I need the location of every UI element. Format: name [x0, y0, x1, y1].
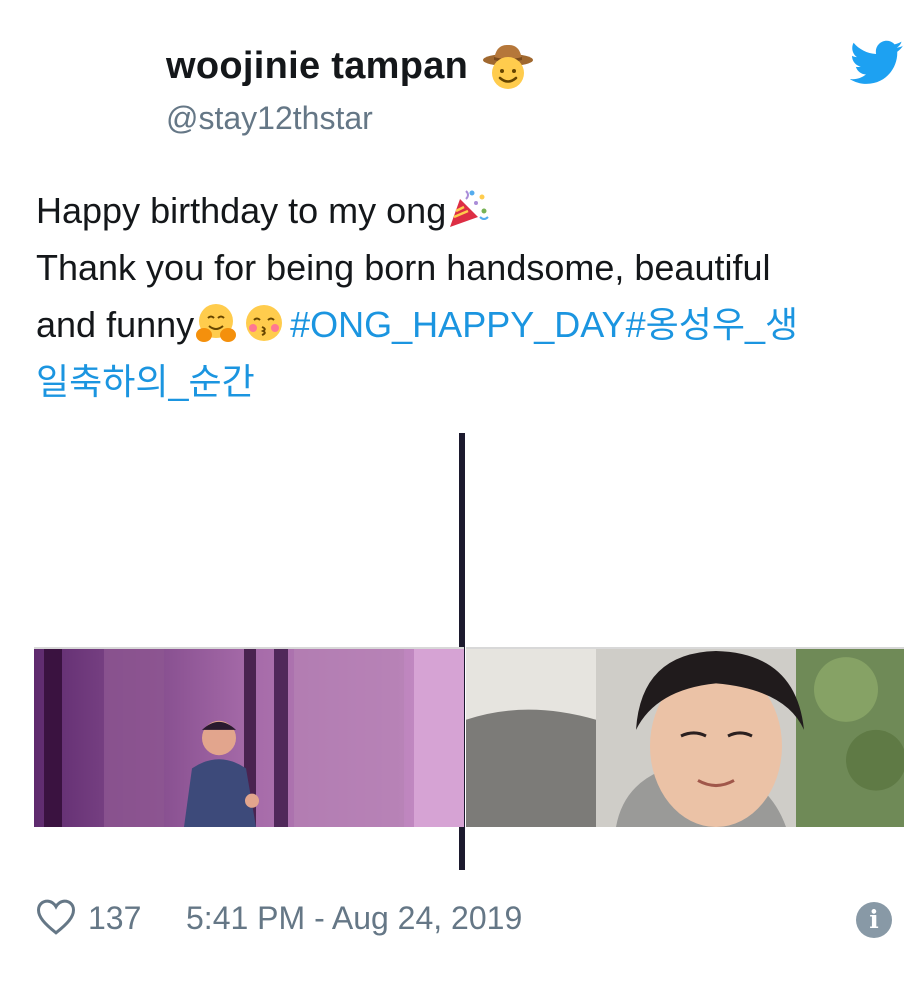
hashtag-ong-birthday-part1[interactable]: #옹성우_생: [626, 304, 799, 345]
tweet-line-1-text: Happy birthday to my ong: [36, 190, 447, 231]
tweet-header: woojinie tampan @stay12thstar: [0, 0, 924, 140]
hugging-face-emoji: [196, 304, 237, 342]
tweet-media[interactable]: [0, 430, 924, 870]
adult-photo[interactable]: [466, 647, 904, 827]
author-name-row: woojinie tampan: [166, 40, 534, 92]
tweet-text: Happy birthday to my ong Thank you for b…: [36, 182, 896, 410]
tweet-line-3: and funny #ONG_HAPPY_DAY#옹성우_생: [36, 296, 896, 353]
info-icon[interactable]: i: [856, 902, 892, 938]
tweet-line-2: Thank you for being born handsome, beaut…: [36, 247, 771, 288]
like-count[interactable]: 137: [88, 900, 141, 937]
author-block[interactable]: woojinie tampan @stay12thstar: [166, 40, 534, 137]
author-display-name[interactable]: woojinie tampan: [166, 45, 468, 88]
hashtag-ong-happy-day[interactable]: #ONG_HAPPY_DAY: [290, 304, 625, 345]
child-photo[interactable]: [34, 647, 464, 827]
kissing-closed-eyes-emoji: [246, 305, 283, 341]
heart-icon[interactable]: [36, 898, 76, 936]
party-popper-emoji: [450, 190, 489, 227]
tweet-timestamp[interactable]: 5:41 PM - Aug 24, 2019: [186, 900, 522, 937]
tweet-line-3-text: and funny: [36, 304, 195, 345]
cowboy-hat-face-emoji: [483, 44, 534, 89]
tweet-line-1: Happy birthday to my ong: [36, 182, 896, 239]
tweet-footer: 137 5:41 PM - Aug 24, 2019 i: [0, 890, 924, 960]
hashtag-ong-birthday-part2[interactable]: 일축하의_순간: [36, 353, 896, 410]
twitter-bird-icon[interactable]: [850, 40, 904, 86]
author-handle[interactable]: @stay12thstar: [166, 100, 534, 137]
